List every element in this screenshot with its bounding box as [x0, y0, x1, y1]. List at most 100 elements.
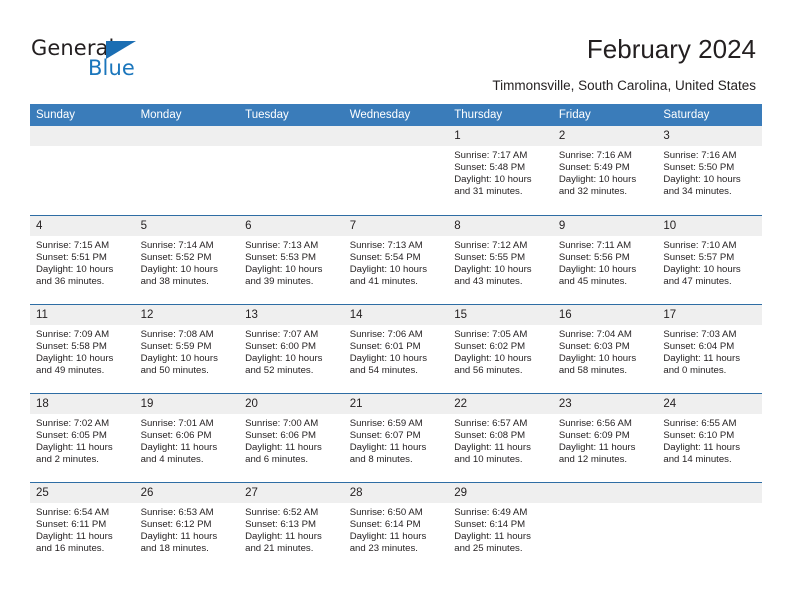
weekday-header-wednesday: Wednesday — [349, 109, 411, 121]
daylight-text: Daylight: 11 hours and 25 minutes. — [454, 531, 531, 555]
day-number: 18 — [30, 394, 135, 414]
sunset-text: Sunset: 6:01 PM — [349, 341, 421, 353]
day-details: Sunrise: 7:14 AM Sunset: 5:52 PM Dayligh… — [135, 236, 240, 288]
daylight-text: Daylight: 10 hours and 36 minutes. — [36, 264, 114, 288]
sunrise-text: Sunrise: 7:10 AM — [663, 240, 737, 251]
sunset-text: Sunset: 5:54 PM — [349, 252, 421, 264]
day-cell[interactable] — [134, 126, 240, 215]
day-number — [239, 126, 344, 146]
daylight-text: Daylight: 11 hours and 23 minutes. — [349, 531, 427, 555]
daylight-text: Daylight: 10 hours and 45 minutes. — [558, 264, 637, 288]
logo-text-blue: Blue — [88, 56, 135, 80]
day-cell[interactable]: 26 Sunrise: 6:53 AM Sunset: 6:12 PM Dayl… — [134, 483, 240, 571]
day-number — [134, 126, 240, 146]
daylight-text: Daylight: 11 hours and 4 minutes. — [140, 442, 218, 466]
sunrise-text: Sunrise: 7:13 AM — [349, 240, 423, 251]
daylight-text: Daylight: 11 hours and 16 minutes. — [36, 531, 113, 555]
day-cell[interactable]: 4 Sunrise: 7:15 AM Sunset: 5:51 PM Dayli… — [30, 216, 135, 304]
sunrise-text: Sunrise: 7:07 AM — [245, 329, 319, 340]
day-cell[interactable]: 8 Sunrise: 7:12 AM Sunset: 5:55 PM Dayli… — [448, 216, 553, 304]
sunset-text: Sunset: 6:05 PM — [36, 430, 107, 442]
day-cell[interactable] — [552, 483, 658, 571]
sunrise-text: Sunrise: 7:15 AM — [36, 240, 110, 251]
sunrise-text: Sunrise: 7:03 AM — [663, 329, 737, 340]
day-cell[interactable]: 16 Sunrise: 7:04 AM Sunset: 6:03 PM Dayl… — [552, 305, 658, 393]
day-number: 19 — [134, 394, 240, 414]
sunrise-text: Sunrise: 7:06 AM — [349, 329, 423, 340]
weekday-header-saturday: Saturday — [663, 109, 710, 121]
day-cell[interactable]: 29 Sunrise: 6:49 AM Sunset: 6:14 PM Dayl… — [448, 483, 553, 571]
day-number: 2 — [552, 126, 658, 146]
day-details — [239, 146, 344, 150]
day-cell[interactable]: 17 Sunrise: 7:03 AM Sunset: 6:04 PM Dayl… — [657, 305, 762, 393]
day-cell[interactable]: 10 Sunrise: 7:10 AM Sunset: 5:57 PM Dayl… — [657, 216, 762, 304]
sunset-text: Sunset: 5:58 PM — [36, 341, 107, 353]
day-cell[interactable]: 7 Sunrise: 7:13 AM Sunset: 5:54 PM Dayli… — [343, 216, 449, 304]
day-cell[interactable]: 11 Sunrise: 7:09 AM Sunset: 5:58 PM Dayl… — [30, 305, 135, 393]
day-cell[interactable]: 14 Sunrise: 7:06 AM Sunset: 6:01 PM Dayl… — [343, 305, 449, 393]
day-cell[interactable]: 13 Sunrise: 7:07 AM Sunset: 6:00 PM Dayl… — [239, 305, 344, 393]
day-number: 11 — [30, 305, 135, 325]
day-number: 3 — [657, 126, 762, 146]
daylight-text: Daylight: 10 hours and 41 minutes. — [349, 264, 428, 288]
day-details — [553, 503, 658, 507]
day-cell[interactable] — [239, 126, 344, 215]
day-cell[interactable]: 22 Sunrise: 6:57 AM Sunset: 6:08 PM Dayl… — [448, 394, 553, 482]
day-cell[interactable]: 25 Sunrise: 6:54 AM Sunset: 6:11 PM Dayl… — [30, 483, 135, 571]
day-cell[interactable]: 27 Sunrise: 6:52 AM Sunset: 6:13 PM Dayl… — [239, 483, 344, 571]
sunrise-text: Sunrise: 6:57 AM — [454, 418, 528, 429]
sunset-text: Sunset: 6:10 PM — [663, 430, 735, 442]
calendar-grid: Sunday Monday Tuesday Wednesday Thursday… — [30, 104, 762, 571]
day-number — [343, 126, 449, 146]
day-cell[interactable]: 15 Sunrise: 7:05 AM Sunset: 6:02 PM Dayl… — [448, 305, 553, 393]
day-details: Sunrise: 7:07 AM Sunset: 6:00 PM Dayligh… — [239, 325, 344, 377]
day-number: 28 — [343, 483, 449, 503]
day-cell[interactable]: 24 Sunrise: 6:55 AM Sunset: 6:10 PM Dayl… — [657, 394, 762, 482]
day-cell[interactable]: 23 Sunrise: 6:56 AM Sunset: 6:09 PM Dayl… — [552, 394, 658, 482]
daylight-text: Daylight: 10 hours and 54 minutes. — [349, 353, 428, 377]
location-subtitle: Timmonsville, South Carolina, United Sta… — [492, 78, 756, 93]
day-cell[interactable]: 20 Sunrise: 7:00 AM Sunset: 6:06 PM Dayl… — [239, 394, 344, 482]
day-details: Sunrise: 7:03 AM Sunset: 6:04 PM Dayligh… — [657, 325, 762, 377]
sunrise-text: Sunrise: 7:12 AM — [454, 240, 528, 251]
sunset-text: Sunset: 6:13 PM — [245, 519, 317, 531]
day-cell[interactable]: 5 Sunrise: 7:14 AM Sunset: 5:52 PM Dayli… — [134, 216, 240, 304]
day-cell[interactable] — [343, 126, 449, 215]
day-details: Sunrise: 6:57 AM Sunset: 6:08 PM Dayligh… — [448, 414, 553, 466]
day-details: Sunrise: 6:54 AM Sunset: 6:11 PM Dayligh… — [30, 503, 135, 555]
day-number: 16 — [552, 305, 658, 325]
sunrise-text: Sunrise: 7:01 AM — [140, 418, 214, 429]
sunrise-text: Sunrise: 7:04 AM — [558, 329, 632, 340]
day-cell[interactable] — [30, 126, 135, 215]
day-cell[interactable]: 2 Sunrise: 7:16 AM Sunset: 5:49 PM Dayli… — [552, 126, 658, 215]
day-details: Sunrise: 7:13 AM Sunset: 5:53 PM Dayligh… — [239, 236, 344, 288]
sunset-text: Sunset: 5:53 PM — [245, 252, 317, 264]
daylight-text: Daylight: 11 hours and 10 minutes. — [454, 442, 531, 466]
day-cell[interactable]: 12 Sunrise: 7:08 AM Sunset: 5:59 PM Dayl… — [134, 305, 240, 393]
sunset-text: Sunset: 6:00 PM — [245, 341, 317, 353]
day-cell[interactable] — [657, 483, 762, 571]
sunset-text: Sunset: 5:52 PM — [140, 252, 212, 264]
sunset-text: Sunset: 6:09 PM — [558, 430, 630, 442]
day-cell[interactable]: 19 Sunrise: 7:01 AM Sunset: 6:06 PM Dayl… — [134, 394, 240, 482]
sunset-text: Sunset: 5:48 PM — [454, 162, 526, 174]
daylight-text: Daylight: 11 hours and 12 minutes. — [558, 442, 636, 466]
day-number: 5 — [134, 216, 240, 236]
day-details: Sunrise: 6:52 AM Sunset: 6:13 PM Dayligh… — [239, 503, 344, 555]
daylight-text: Daylight: 11 hours and 0 minutes. — [663, 353, 740, 377]
day-cell[interactable]: 18 Sunrise: 7:02 AM Sunset: 6:05 PM Dayl… — [30, 394, 135, 482]
day-cell[interactable]: 6 Sunrise: 7:13 AM Sunset: 5:53 PM Dayli… — [239, 216, 344, 304]
day-cell[interactable]: 3 Sunrise: 7:16 AM Sunset: 5:50 PM Dayli… — [657, 126, 762, 215]
day-number: 24 — [657, 394, 762, 414]
sunrise-text: Sunrise: 7:11 AM — [558, 240, 632, 251]
sunset-text: Sunset: 5:49 PM — [558, 162, 630, 174]
day-details — [344, 146, 449, 150]
day-cell[interactable]: 9 Sunrise: 7:11 AM Sunset: 5:56 PM Dayli… — [552, 216, 658, 304]
day-cell[interactable]: 21 Sunrise: 6:59 AM Sunset: 6:07 PM Dayl… — [343, 394, 449, 482]
day-number: 6 — [239, 216, 344, 236]
day-cell[interactable]: 28 Sunrise: 6:50 AM Sunset: 6:14 PM Dayl… — [343, 483, 449, 571]
sunset-text: Sunset: 6:11 PM — [36, 519, 107, 531]
day-cell[interactable]: 1 Sunrise: 7:17 AM Sunset: 5:48 PM Dayli… — [448, 126, 553, 215]
daylight-text: Daylight: 10 hours and 58 minutes. — [558, 353, 637, 377]
daylight-text: Daylight: 11 hours and 18 minutes. — [140, 531, 218, 555]
